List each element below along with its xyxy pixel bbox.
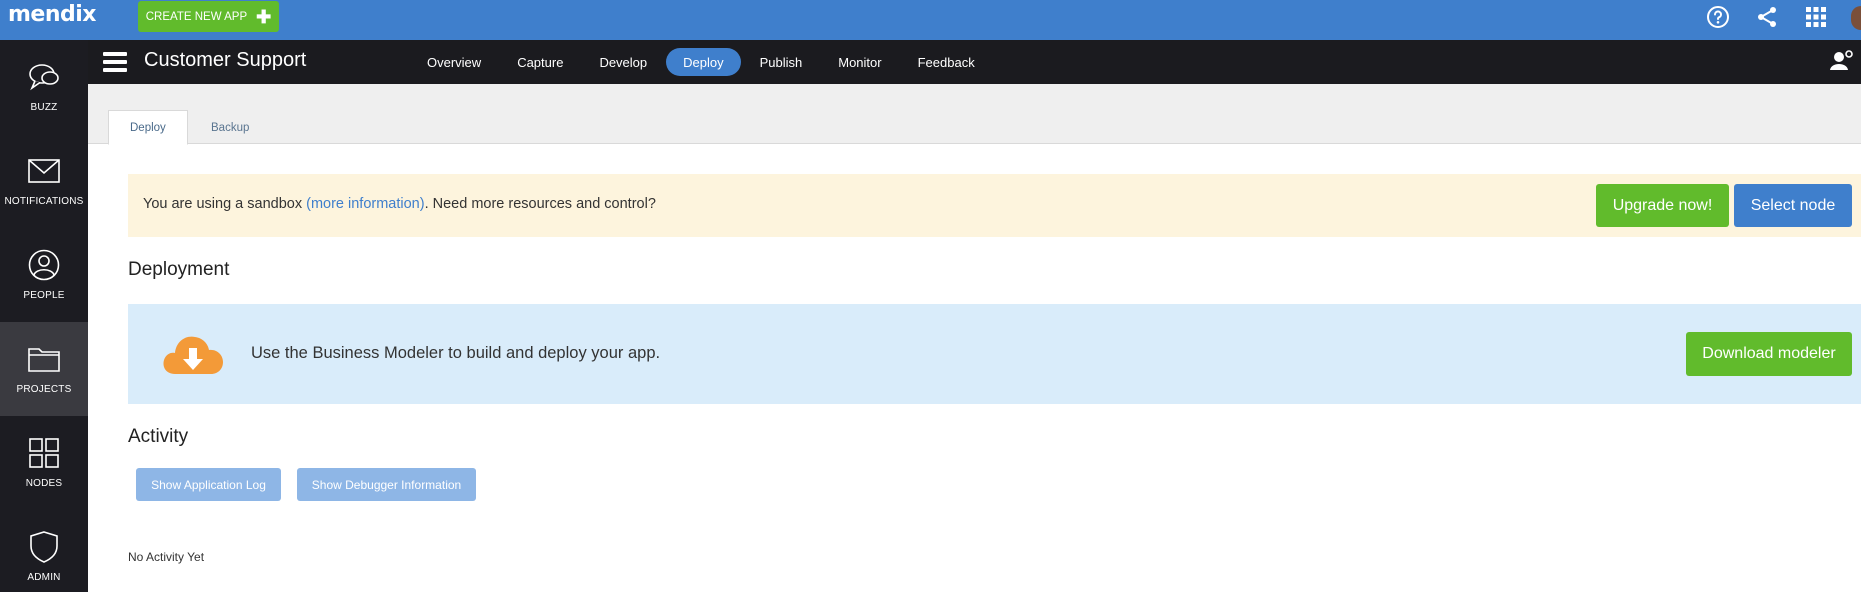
sidebar-item-admin[interactable]: ADMIN: [0, 510, 88, 604]
top-bar: mendix CREATE NEW APP ✚: [0, 0, 1861, 40]
sidebar-item-label: PROJECTS: [16, 384, 72, 395]
create-new-app-label: CREATE NEW APP: [145, 10, 248, 23]
nav-capture[interactable]: Capture: [500, 48, 580, 76]
show-debugger-information-button[interactable]: Show Debugger Information: [297, 468, 476, 501]
grid-icon: [29, 436, 59, 470]
tab-deploy[interactable]: Deploy: [108, 110, 188, 145]
sidebar-item-projects[interactable]: PROJECTS: [0, 322, 88, 416]
nav-monitor[interactable]: Monitor: [821, 48, 898, 76]
show-application-log-button[interactable]: Show Application Log: [136, 468, 281, 501]
nav-deploy[interactable]: Deploy: [666, 48, 741, 76]
nav-develop[interactable]: Develop: [582, 48, 664, 76]
tab-strip: Deploy Backup: [88, 84, 1861, 145]
sidebar-item-label: NOTIFICATIONS: [4, 196, 84, 207]
nav-feedback[interactable]: Feedback: [901, 48, 992, 76]
upgrade-now-button[interactable]: Upgrade now!: [1596, 184, 1729, 227]
chat-bubbles-icon: [27, 60, 61, 94]
activity-heading: Activity: [128, 426, 189, 447]
plus-icon: ✚: [256, 6, 272, 27]
nav-publish[interactable]: Publish: [743, 48, 820, 76]
sidebar-item-label: ADMIN: [27, 572, 61, 583]
download-modeler-button[interactable]: Download modeler: [1686, 332, 1852, 376]
shield-icon: [29, 530, 59, 564]
nav-overview[interactable]: Overview: [410, 48, 498, 76]
mendix-logo[interactable]: mendix: [8, 2, 97, 27]
sidebar-item-label: NODES: [25, 478, 63, 489]
left-sidebar: BUZZ NOTIFICATIONS PEOPLE PROJECTS NODES…: [0, 40, 88, 592]
sidebar-item-buzz[interactable]: BUZZ: [0, 40, 88, 134]
sidebar-item-people[interactable]: PEOPLE: [0, 228, 88, 322]
user-settings-icon[interactable]: [1830, 48, 1854, 72]
sidebar-item-label: BUZZ: [30, 102, 58, 113]
project-title: Customer Support: [144, 49, 307, 71]
person-icon: [28, 248, 60, 282]
menu-icon[interactable]: [103, 52, 127, 72]
sidebar-item-label: PEOPLE: [23, 290, 65, 301]
sandbox-message: You are using a sandbox (more informatio…: [143, 196, 656, 212]
sidebar-item-notifications[interactable]: NOTIFICATIONS: [0, 134, 88, 228]
tab-backup[interactable]: Backup: [190, 110, 270, 145]
sandbox-text-before: You are using a sandbox: [143, 196, 307, 212]
help-icon[interactable]: [1705, 4, 1731, 30]
envelope-icon: [28, 154, 60, 188]
share-icon[interactable]: [1754, 4, 1780, 30]
create-new-app-button[interactable]: CREATE NEW APP ✚: [138, 1, 279, 32]
deployment-heading: Deployment: [128, 259, 230, 280]
avatar[interactable]: [1851, 6, 1861, 30]
select-node-button[interactable]: Select node: [1734, 184, 1852, 227]
sandbox-text-after: . Need more resources and control?: [424, 196, 656, 212]
project-header: Customer Support Overview Capture Develo…: [88, 40, 1861, 84]
cloud-download-icon: [161, 330, 225, 378]
folder-icon: [28, 342, 60, 376]
apps-grid-icon[interactable]: [1803, 4, 1829, 30]
no-activity-text: No Activity Yet: [128, 550, 205, 564]
more-information-link[interactable]: (more information): [306, 196, 424, 212]
project-nav: Overview Capture Develop Deploy Publish …: [410, 48, 994, 76]
modeler-message: Use the Business Modeler to build and de…: [251, 344, 661, 362]
sidebar-item-nodes[interactable]: NODES: [0, 416, 88, 510]
modeler-banner: Use the Business Modeler to build and de…: [128, 304, 1861, 404]
